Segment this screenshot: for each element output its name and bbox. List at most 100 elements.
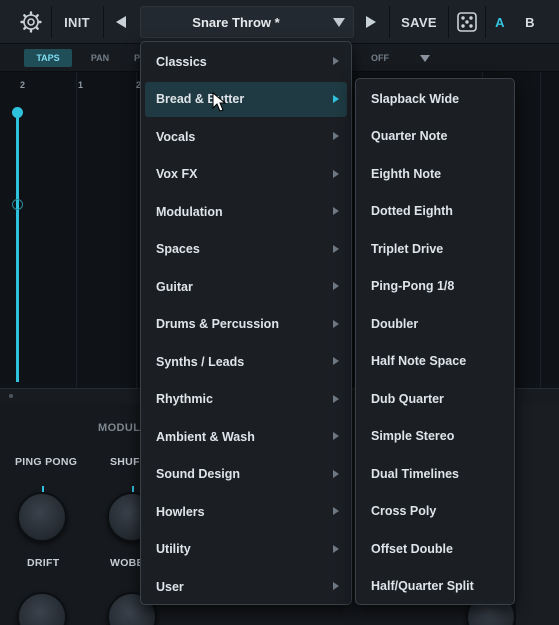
menu-item-label: Rhythmic (156, 392, 213, 406)
ab-slot-b-button[interactable]: B (516, 6, 544, 38)
chevron-right-icon (333, 169, 339, 178)
menu-item-label: Synths / Leads (156, 354, 245, 369)
triangle-right-icon (366, 16, 376, 28)
knob-indicator (132, 486, 134, 492)
menu-item-preset[interactable]: Offset Double (360, 531, 510, 566)
menu-item-label: Spaces (156, 242, 200, 256)
grid-line (136, 72, 137, 388)
chevron-right-icon (333, 507, 339, 515)
menu-item-preset[interactable]: Simple Stereo (360, 419, 510, 454)
menu-item-category[interactable]: Classics (145, 44, 347, 79)
tap-secondary-handle[interactable] (12, 199, 23, 210)
menu-item-label: Sound Design (156, 467, 241, 481)
grid-line (540, 72, 541, 388)
chevron-right-icon (333, 357, 339, 365)
randomize-button[interactable] (450, 6, 484, 38)
menu-item-label: Modulation (156, 204, 223, 219)
menu-item-category[interactable]: Vocals (145, 119, 347, 154)
chevron-right-icon (333, 244, 339, 253)
menu-item-preset[interactable]: Slapback Wide (360, 81, 510, 116)
menu-item-category[interactable]: Sound Design (145, 457, 347, 492)
menu-item-category[interactable]: User (145, 569, 347, 604)
chevron-right-icon (333, 282, 339, 290)
chevron-right-icon (333, 57, 339, 65)
menu-item-label: Guitar (156, 279, 193, 294)
menu-item-category[interactable]: Howlers (145, 494, 347, 529)
scroll-indicator (9, 394, 13, 398)
chevron-right-icon (333, 582, 339, 590)
menu-item-category[interactable]: Utility (145, 532, 347, 567)
tap-handle[interactable] (12, 107, 23, 118)
menu-item-label: Ambient & Wash (156, 429, 255, 444)
next-preset-button[interactable] (356, 6, 386, 38)
menu-item-label: Bread & Butter (156, 92, 245, 106)
menu-item-category[interactable]: Vox FX (145, 157, 347, 192)
tab-pan[interactable]: PAN (80, 49, 120, 67)
chevron-right-icon (333, 207, 339, 215)
save-button[interactable]: SAVE (392, 6, 446, 38)
knob-label: PING PONG (15, 456, 78, 468)
tab-taps[interactable]: TAPS (24, 49, 72, 67)
menu-item-category[interactable]: Guitar (145, 269, 347, 304)
chevron-right-icon (333, 432, 339, 440)
tap-marker-line[interactable] (16, 112, 19, 382)
init-button[interactable]: INIT (52, 6, 102, 38)
settings-gear-icon[interactable] (12, 6, 50, 38)
knob-label: DRIFT (27, 557, 60, 569)
gear-icon (20, 11, 42, 33)
menu-item-label: Utility (156, 542, 191, 556)
menu-item-preset[interactable]: Triplet Drive (360, 231, 510, 266)
toolbar-divider (448, 6, 449, 38)
menu-item-preset[interactable]: Ping-Pong 1/8 (360, 269, 510, 304)
menu-item-label: User (156, 579, 184, 594)
menu-item-category[interactable]: Spaces (145, 232, 347, 267)
menu-item-category[interactable]: Ambient & Wash (145, 419, 347, 454)
menu-item-label: Drums & Percussion (156, 317, 279, 331)
chevron-right-icon (333, 544, 339, 553)
menu-item-preset[interactable]: Half Note Space (360, 344, 510, 379)
caret-down-icon[interactable] (420, 55, 430, 62)
menu-item-category[interactable]: Rhythmic (145, 382, 347, 417)
chevron-right-icon (333, 394, 339, 403)
menu-item-category[interactable]: Synths / Leads (145, 344, 347, 379)
preset-selector[interactable]: Snare Throw * (140, 6, 354, 38)
menu-item-preset[interactable]: Eighth Note (360, 156, 510, 191)
dice-icon (457, 12, 477, 32)
grid-line (76, 72, 77, 388)
menu-item-category[interactable]: Bread & Butter (145, 81, 347, 117)
menu-item-preset[interactable]: Quarter Note (360, 119, 510, 154)
preset-category-menu: Classics Bread & Butter Vocals Vox FX Modula… (140, 41, 352, 605)
ab-slot-a-button[interactable]: A (486, 6, 514, 38)
toolbar-divider (389, 6, 390, 38)
mouse-cursor-icon (212, 92, 226, 112)
preset-submenu: Slapback Wide Quarter Note Eighth Note Dott… (355, 78, 515, 605)
menu-item-preset[interactable]: Dub Quarter (360, 381, 510, 416)
drift-knob[interactable] (17, 592, 67, 625)
menu-item-label: Vocals (156, 129, 196, 144)
knob-label: SHUF (110, 456, 140, 468)
chevron-right-icon (333, 319, 339, 328)
preset-name: Snare Throw * (192, 15, 280, 30)
tab-off[interactable]: OFF (362, 49, 398, 67)
chevron-right-icon (333, 94, 339, 103)
side-panel-edge (516, 404, 559, 625)
triangle-left-icon (116, 16, 126, 28)
menu-item-label: Classics (156, 54, 207, 69)
menu-item-preset[interactable]: Dual Timelines (360, 456, 510, 491)
caret-down-icon (333, 18, 345, 27)
menu-item-preset[interactable]: Half/Quarter Split (360, 569, 510, 604)
top-toolbar: INIT Snare Throw * SAVE A B (0, 0, 559, 44)
menu-item-preset[interactable]: Cross Poly (360, 494, 510, 529)
ruler-number: 1 (78, 80, 84, 90)
chevron-right-icon (333, 132, 339, 140)
menu-item-preset[interactable]: Dotted Eighth (360, 194, 510, 229)
ruler-number: 2 (20, 80, 26, 90)
menu-item-label: Howlers (156, 504, 205, 519)
menu-item-label: Vox FX (156, 167, 198, 181)
chevron-right-icon (333, 469, 339, 478)
menu-item-preset[interactable]: Doubler (360, 306, 510, 341)
menu-item-category[interactable]: Modulation (145, 194, 347, 229)
menu-item-category[interactable]: Drums & Percussion (145, 307, 347, 342)
ping-pong-knob[interactable] (17, 486, 67, 542)
previous-preset-button[interactable] (104, 6, 138, 38)
